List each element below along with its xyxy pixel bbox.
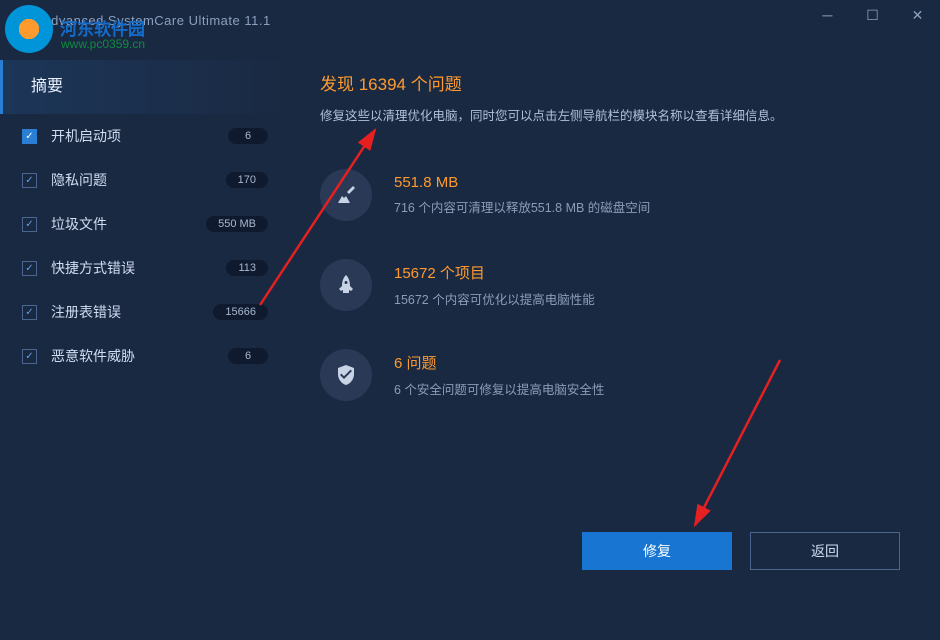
result-card-security[interactable]: 6 问题 6 个安全问题可修复以提高电脑安全性 — [320, 349, 900, 401]
checkbox-icon[interactable]: ✓ — [22, 173, 37, 188]
window-titlebar: Advanced SystemCare Ultimate 11.1 ─ ☐ ✕ — [0, 0, 940, 40]
sidebar-item-shortcut[interactable]: ✓ 快捷方式错误 113 — [0, 246, 290, 290]
shield-icon — [320, 349, 372, 401]
count-badge: 6 — [228, 348, 268, 364]
sidebar-header[interactable]: 摘要 — [0, 60, 290, 114]
back-button[interactable]: 返回 — [750, 532, 900, 570]
card-desc: 716 个内容可清理以释放551.8 MB 的磁盘空间 — [394, 197, 900, 216]
checkbox-icon[interactable]: ✓ — [22, 217, 37, 232]
result-card-cleanup[interactable]: 551.8 MB 716 个内容可清理以释放551.8 MB 的磁盘空间 — [320, 169, 900, 221]
main-content: 发现 16394 个问题 修复这些以清理优化电脑，同时您可以点击左侧导航栏的模块… — [290, 40, 940, 640]
checkbox-icon[interactable]: ✓ — [22, 129, 37, 144]
count-badge: 170 — [226, 172, 268, 188]
card-title: 551.8 MB — [394, 174, 900, 191]
maximize-button[interactable]: ☐ — [850, 0, 895, 30]
sidebar-item-label: 注册表错误 — [51, 302, 213, 322]
sidebar-item-label: 开机启动项 — [51, 126, 228, 146]
sidebar-item-label: 快捷方式错误 — [51, 258, 226, 278]
count-badge: 15666 — [213, 304, 268, 320]
sidebar-item-privacy[interactable]: ✓ 隐私问题 170 — [0, 158, 290, 202]
close-button[interactable]: ✕ — [895, 0, 940, 30]
card-desc: 6 个安全问题可修复以提高电脑安全性 — [394, 379, 900, 398]
headline: 发现 16394 个问题 — [320, 70, 900, 95]
sidebar-item-registry[interactable]: ✓ 注册表错误 15666 — [0, 290, 290, 334]
card-desc: 15672 个内容可优化以提高电脑性能 — [394, 289, 900, 308]
minimize-button[interactable]: ─ — [805, 0, 850, 30]
sidebar-item-label: 恶意软件威胁 — [51, 346, 228, 366]
card-title: 15672 个项目 — [394, 262, 900, 283]
sidebar-item-label: 垃圾文件 — [51, 214, 206, 234]
sidebar-item-malware[interactable]: ✓ 恶意软件威胁 6 — [0, 334, 290, 378]
checkbox-icon[interactable]: ✓ — [22, 349, 37, 364]
broom-icon — [320, 169, 372, 221]
count-badge: 6 — [228, 128, 268, 144]
card-title: 6 问题 — [394, 352, 900, 373]
app-icon — [12, 10, 32, 30]
app-title: Advanced SystemCare Ultimate 11.1 — [42, 13, 271, 28]
count-badge: 113 — [226, 260, 268, 276]
result-card-optimize[interactable]: 15672 个项目 15672 个内容可优化以提高电脑性能 — [320, 259, 900, 311]
rocket-icon — [320, 259, 372, 311]
checkbox-icon[interactable]: ✓ — [22, 261, 37, 276]
sidebar-item-label: 隐私问题 — [51, 170, 226, 190]
subheadline: 修复这些以清理优化电脑，同时您可以点击左侧导航栏的模块名称以查看详细信息。 — [320, 105, 900, 124]
count-badge: 550 MB — [206, 216, 268, 232]
sidebar: 摘要 ✓ 开机启动项 6 ✓ 隐私问题 170 ✓ 垃圾文件 550 MB ✓ … — [0, 40, 290, 640]
checkbox-icon[interactable]: ✓ — [22, 305, 37, 320]
sidebar-item-junk[interactable]: ✓ 垃圾文件 550 MB — [0, 202, 290, 246]
fix-button[interactable]: 修复 — [582, 532, 732, 570]
sidebar-item-startup[interactable]: ✓ 开机启动项 6 — [0, 114, 290, 158]
